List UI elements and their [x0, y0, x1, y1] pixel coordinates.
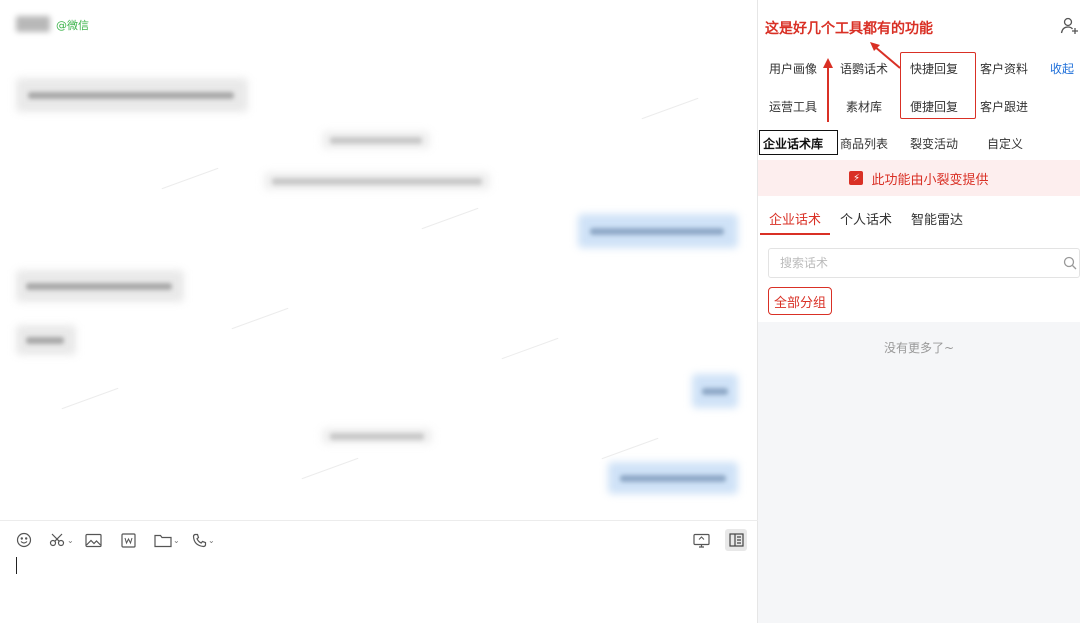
send-file-button[interactable]: ⌄ — [154, 531, 180, 549]
annotation-note: 这是好几个工具都有的功能 — [765, 21, 933, 37]
screen-share-icon — [693, 533, 710, 548]
tab-material-library[interactable]: 素材库 — [846, 98, 882, 115]
watermark — [161, 167, 219, 190]
phone-icon — [192, 533, 207, 547]
sidebar-panel-icon — [728, 533, 744, 547]
tab-fission-activity[interactable]: 裂变活动 — [910, 135, 958, 152]
chevron-down-icon: ⌄ — [208, 535, 215, 545]
tab-customer-info[interactable]: 客户资料 — [980, 60, 1028, 77]
tab-product-list[interactable]: 商品列表 — [840, 135, 888, 152]
empty-list-text: 没有更多了~ — [883, 341, 955, 355]
add-contact-icon — [1060, 17, 1078, 34]
chevron-down-icon: ⌄ — [67, 535, 74, 545]
message-input[interactable] — [0, 558, 758, 623]
annotation-arrowhead — [823, 58, 833, 68]
add-contact-button[interactable] — [1060, 16, 1080, 36]
annotation-arrow-diagonal — [870, 42, 901, 69]
blurred-text — [272, 178, 482, 185]
word-doc-icon — [121, 532, 136, 548]
watermark — [61, 387, 119, 410]
watermark — [421, 207, 479, 230]
emoji-button[interactable] — [16, 531, 32, 549]
watermark — [641, 97, 699, 120]
scissors-icon — [49, 533, 65, 547]
blurred-text — [28, 92, 234, 99]
tab-user-profile[interactable]: 用户画像 — [769, 60, 817, 77]
tab-operation-tools[interactable]: 运营工具 — [769, 98, 817, 115]
script-list: 没有更多了~ — [758, 322, 1080, 623]
image-icon — [85, 533, 102, 547]
emoji-icon — [16, 532, 32, 548]
watermark — [301, 457, 359, 480]
blurred-text — [26, 283, 172, 290]
xiaolibian-logo-icon: ⚡ — [849, 171, 864, 185]
tab-customer-follow-up[interactable]: 客户跟进 — [980, 98, 1028, 115]
search-icon[interactable] — [1063, 256, 1077, 270]
blurred-text — [702, 388, 728, 395]
script-search-input[interactable] — [769, 249, 1059, 277]
subtab-personal-scripts[interactable]: 个人话术 — [840, 209, 892, 228]
send-image-button[interactable] — [85, 531, 102, 549]
call-button[interactable]: ⌄ — [192, 531, 215, 549]
annotation-highlight-box — [900, 52, 976, 119]
banner-text: 此功能由小裂变提供 — [871, 172, 989, 188]
message-list[interactable] — [0, 48, 758, 520]
send-document-button[interactable] — [121, 531, 136, 549]
active-tab-indicator — [760, 233, 830, 235]
contact-name-blurred — [16, 16, 50, 32]
watermark — [501, 337, 559, 360]
chevron-down-icon: ⌄ — [173, 535, 180, 545]
blurred-text — [330, 137, 422, 144]
toggle-sidebar-button[interactable] — [725, 529, 747, 551]
annotation-highlight-box-dark — [759, 130, 838, 155]
contact-source: @微信 — [56, 19, 89, 32]
annotation-arrow — [827, 66, 829, 122]
provider-banner: ⚡ 此功能由小裂变提供 — [758, 160, 1080, 196]
tool-sidebar: 这是好几个工具都有的功能 用户画像 语鹦话术 快捷回复 客户资料 收起 运营工具… — [758, 0, 1080, 623]
folder-icon — [154, 534, 172, 547]
input-toolbar: ⌄ ⌄ ⌄ — [0, 520, 758, 558]
blurred-text — [590, 228, 724, 235]
chat-header: @微信 — [0, 0, 758, 48]
script-subtabs: 企业话术 个人话术 智能雷达 — [758, 200, 1080, 237]
watermark — [601, 437, 659, 460]
group-filter-button[interactable]: 全部分组 — [768, 287, 833, 315]
screenshot-button[interactable]: ⌄ — [49, 531, 74, 549]
screen-share-button[interactable] — [693, 531, 710, 549]
subtab-enterprise-scripts[interactable]: 企业话术 — [769, 209, 821, 228]
chat-panel: @微信 ⌄ ⌄ ⌄ — [0, 0, 758, 623]
subtab-smart-radar[interactable]: 智能雷达 — [911, 209, 963, 228]
collapse-link[interactable]: 收起 — [1050, 60, 1074, 77]
blurred-text — [620, 475, 726, 482]
blurred-text — [26, 337, 64, 344]
script-search-box — [768, 248, 1080, 278]
tab-custom[interactable]: 自定义 — [987, 135, 1023, 152]
blurred-text — [330, 433, 424, 440]
watermark — [231, 307, 289, 330]
